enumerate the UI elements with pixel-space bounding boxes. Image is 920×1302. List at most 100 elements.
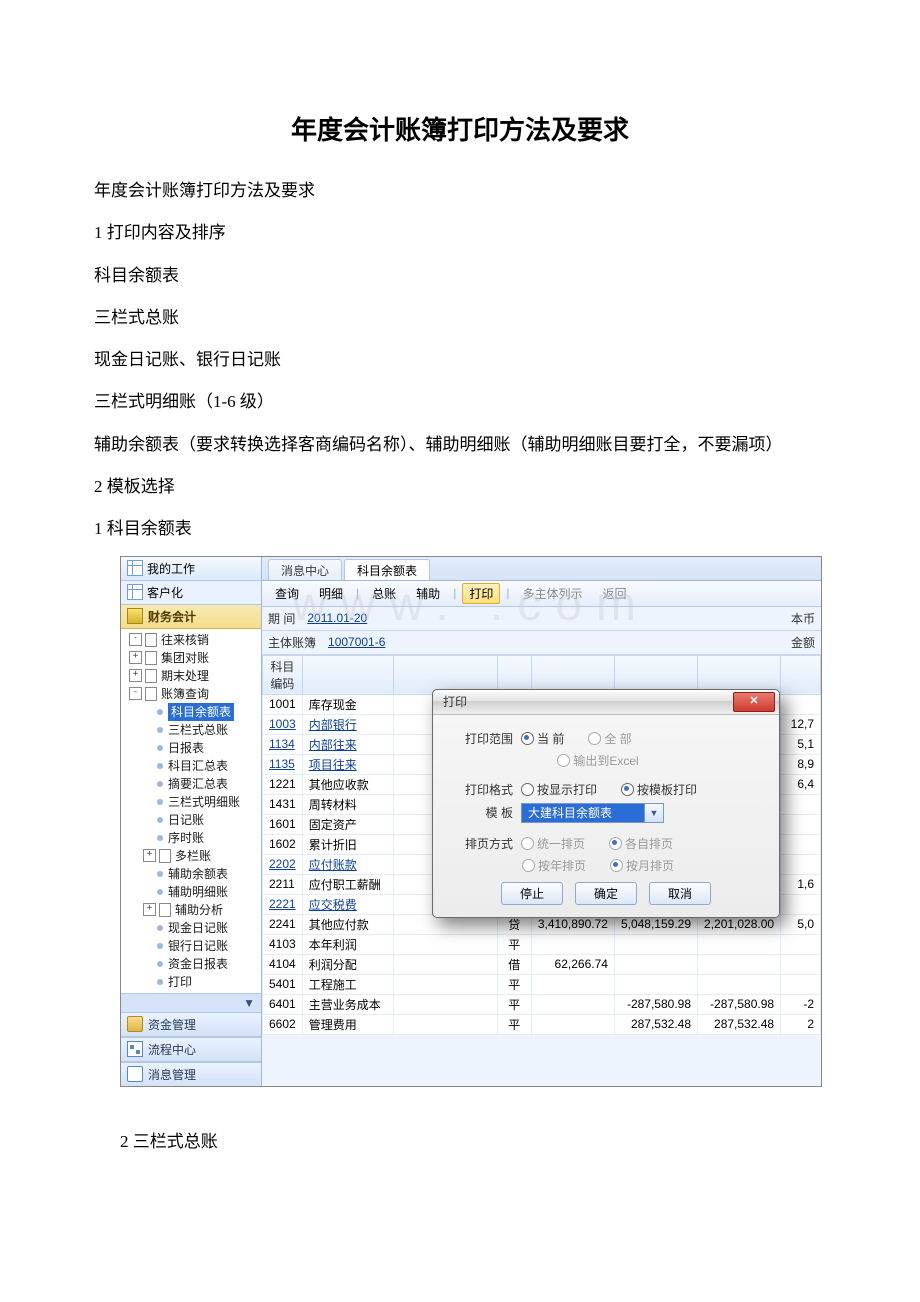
- tab-balance-sheet[interactable]: 科目余额表: [344, 559, 430, 580]
- tree-item[interactable]: + 多栏账: [121, 847, 261, 865]
- expand-icon[interactable]: +: [129, 669, 142, 682]
- flow-icon: [127, 1041, 143, 1057]
- tree-item[interactable]: +辅助分析: [121, 901, 261, 919]
- document-icon: [159, 849, 171, 863]
- tree-item-label: 日报表: [168, 739, 204, 757]
- expand-icon[interactable]: +: [129, 651, 142, 664]
- scroll-down-button[interactable]: ▼: [121, 993, 261, 1012]
- cell-code: 1601: [263, 814, 303, 834]
- radio-format-display[interactable]: 按显示打印: [521, 781, 597, 798]
- tree-item-label: 多栏账: [175, 847, 211, 865]
- ok-button[interactable]: 确定: [575, 882, 637, 905]
- radio-paging-month[interactable]: 按月排页: [610, 857, 674, 874]
- cell-dir: 平: [497, 974, 531, 994]
- body-value[interactable]: 1007001-6: [328, 635, 385, 649]
- radio-export-excel[interactable]: 输出到Excel: [557, 752, 638, 769]
- cell-name: 工程施工: [302, 974, 393, 994]
- nav-header-clientize[interactable]: 客户化: [121, 581, 261, 605]
- toolbar-detail[interactable]: 明细: [312, 583, 350, 604]
- tree-item[interactable]: 打印: [121, 973, 261, 991]
- tree-item[interactable]: 日报表: [121, 739, 261, 757]
- nav-section-finance[interactable]: 财务会计: [121, 605, 261, 629]
- nav-section-msgmgr[interactable]: 消息管理: [121, 1062, 261, 1086]
- tree-item[interactable]: 辅助余额表: [121, 865, 261, 883]
- bullet-icon: [157, 817, 163, 823]
- collapse-icon[interactable]: -: [129, 633, 142, 646]
- tree-item[interactable]: 辅助明细账: [121, 883, 261, 901]
- cell-name: 库存现金: [302, 694, 393, 714]
- tree-item[interactable]: 银行日记账: [121, 937, 261, 955]
- tree-item[interactable]: -账簿查询: [121, 685, 261, 703]
- collapse-icon[interactable]: -: [129, 687, 142, 700]
- radio-paging-uniform[interactable]: 统一排页: [521, 835, 585, 852]
- nav-section-funds[interactable]: 资金管理: [121, 1012, 261, 1037]
- tree-item[interactable]: 科目余额表: [121, 703, 261, 721]
- mywork-icon: [127, 560, 143, 576]
- tree-item[interactable]: 序时账: [121, 829, 261, 847]
- tree-item[interactable]: -往来核销: [121, 631, 261, 649]
- left-nav-panel: 我的工作 客户化 财务会计 -往来核销+集团对账+期末处理-账簿查询科目余额表三…: [121, 557, 262, 1086]
- cell-code: 6602: [263, 1014, 303, 1034]
- tree-item[interactable]: 科目汇总表: [121, 757, 261, 775]
- document-icon: [145, 687, 157, 701]
- col-name[interactable]: [302, 655, 393, 694]
- toolbar-aux[interactable]: 辅助: [409, 583, 447, 604]
- cell-code: 1602: [263, 834, 303, 854]
- tree-item[interactable]: 现金日记账: [121, 919, 261, 937]
- dialog-titlebar[interactable]: 打印 ✕: [433, 690, 779, 715]
- bullet-icon: [157, 943, 163, 949]
- radio-format-template[interactable]: 按模板打印: [621, 781, 697, 798]
- tree-item[interactable]: 三栏式明细账: [121, 793, 261, 811]
- cancel-button[interactable]: 取消: [649, 882, 711, 905]
- table-row[interactable]: 5401工程施工平: [263, 974, 821, 994]
- tree-item-label: 期末处理: [161, 667, 209, 685]
- cell-code: 1134: [263, 734, 303, 754]
- filter-row: 期 间 2011.01-20 本币: [262, 607, 821, 631]
- cell-code: 4103: [263, 934, 303, 954]
- template-combo[interactable]: 大建科目余额表 ▼: [521, 803, 664, 823]
- stop-button[interactable]: 停止: [501, 882, 563, 905]
- tree-item[interactable]: 资金日报表: [121, 955, 261, 973]
- col-code[interactable]: 科目编码: [263, 655, 303, 694]
- toolbar-print[interactable]: 打印: [462, 583, 500, 604]
- tree-item[interactable]: 日记账: [121, 811, 261, 829]
- tab-message-center[interactable]: 消息中心: [268, 559, 342, 580]
- toolbar-multibody[interactable]: 多主体列示: [515, 583, 589, 604]
- cell-name: 本年利润: [302, 934, 393, 954]
- cell-code: 1003: [263, 714, 303, 734]
- tree-item[interactable]: + 期末处理: [121, 667, 261, 685]
- toolbar-ledger[interactable]: 总账: [365, 583, 403, 604]
- period-value[interactable]: 2011.01-20: [307, 611, 367, 625]
- nav-section-flowcenter[interactable]: 流程中心: [121, 1037, 261, 1062]
- table-row[interactable]: 6602管理费用平287,532.48287,532.482: [263, 1014, 821, 1034]
- table-row[interactable]: 4103本年利润平: [263, 934, 821, 954]
- toolbar-back[interactable]: 返回: [595, 583, 633, 604]
- toolbar-query[interactable]: 查询: [268, 583, 306, 604]
- radio-paging-self[interactable]: 各自排页: [609, 835, 673, 852]
- tree-item[interactable]: +集团对账: [121, 649, 261, 667]
- cell-name: 项目往来: [302, 754, 393, 774]
- close-button[interactable]: ✕: [733, 692, 775, 712]
- expand-icon[interactable]: +: [143, 903, 156, 916]
- tree-item[interactable]: 三栏式总账: [121, 721, 261, 739]
- document-icon: [159, 903, 171, 917]
- cell-code: 2221: [263, 894, 303, 914]
- cell-name: 应付职工薪酬: [302, 874, 393, 894]
- filter-row-2: 主体账簿 1007001-6 金额: [262, 631, 821, 655]
- radio-paging-year[interactable]: 按年排页: [522, 857, 586, 874]
- col-d[interactable]: [781, 655, 821, 694]
- radio-current[interactable]: 当 前: [521, 730, 564, 747]
- nav-header-mywork[interactable]: 我的工作: [121, 557, 261, 581]
- paragraph: 1 科目余额表: [60, 513, 860, 545]
- bullet-icon: [157, 799, 163, 805]
- tree-item[interactable]: 摘要汇总表: [121, 775, 261, 793]
- tree-item-label: 辅助余额表: [168, 865, 228, 883]
- radio-all[interactable]: 全 部: [588, 730, 631, 747]
- expand-icon[interactable]: +: [143, 849, 156, 862]
- table-row[interactable]: 4104利润分配借62,266.74: [263, 954, 821, 974]
- table-row[interactable]: 6401主营业务成本平-287,580.98-287,580.98-2: [263, 994, 821, 1014]
- tree-item-label: 银行日记账: [168, 937, 228, 955]
- cell-name: 主营业务成本: [302, 994, 393, 1014]
- template-combo-text: 大建科目余额表: [522, 804, 644, 822]
- cell-code: 2202: [263, 854, 303, 874]
